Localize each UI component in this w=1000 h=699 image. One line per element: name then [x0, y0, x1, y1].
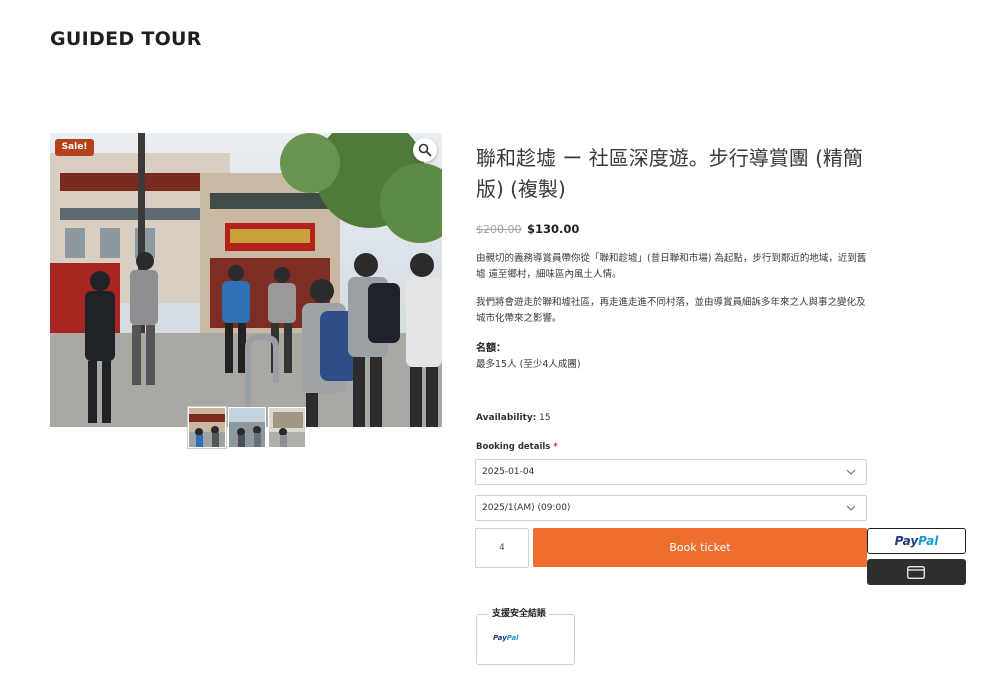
paypal-button[interactable]: PayPal	[867, 528, 966, 554]
paypal-logo-pal: Pal	[918, 534, 939, 548]
product-description-2: 我們將會遊走於聯和墟社區，再走進走進不同村落，並由導賞員細訴多年來之人與事之變化…	[476, 297, 866, 324]
thumbnail-strip	[187, 406, 306, 449]
debit-credit-card-button[interactable]	[867, 559, 966, 585]
zoom-button[interactable]	[413, 138, 437, 162]
price: $200.00 $130.00	[476, 222, 579, 236]
availability: Availability: 15	[476, 413, 551, 423]
sale-price: $130.00	[527, 222, 580, 236]
original-price: $200.00	[476, 223, 522, 236]
availability-label: Availability:	[476, 413, 537, 423]
sale-badge: Sale!	[55, 139, 94, 156]
required-mark: *	[553, 442, 558, 452]
secure-paypal-logo: PayPal	[493, 634, 519, 642]
gallery-thumbnail[interactable]	[268, 407, 306, 448]
availability-value: 15	[539, 413, 551, 423]
chevron-down-icon	[846, 505, 856, 511]
credit-card-icon	[907, 566, 925, 579]
time-slot-select-value: 2025/1(AM) (09:00)	[482, 503, 571, 513]
date-select[interactable]: 2025-01-04	[475, 459, 867, 485]
secure-checkout-label: 支援安全結賬	[489, 606, 550, 619]
gallery-thumbnail[interactable]	[228, 407, 266, 448]
product-title: 聯和趁墟 ー 社區深度遊。步行導賞團 (精簡版) (複製)	[476, 146, 863, 201]
product-main-image[interactable]	[50, 133, 442, 427]
quota-label: 名額：	[476, 343, 506, 354]
secure-paypal-pay: Pay	[493, 634, 507, 642]
paypal-logo-pay: Pay	[894, 534, 919, 548]
booking-details-label: Booking details *	[476, 442, 558, 452]
booking-details-text: Booking details	[476, 442, 551, 452]
secure-paypal-pal: Pal	[506, 634, 519, 642]
quota-value: 最多15人 (至少4人成團)	[476, 359, 581, 370]
gallery-thumbnail[interactable]	[187, 406, 227, 449]
date-select-value: 2025-01-04	[482, 467, 535, 477]
site-title[interactable]: GUIDED TOUR	[50, 28, 202, 50]
magnifier-icon	[418, 143, 432, 157]
time-slot-select[interactable]: 2025/1(AM) (09:00)	[475, 495, 867, 521]
chevron-down-icon	[846, 469, 856, 475]
secure-checkout-box	[476, 614, 575, 665]
quantity-input[interactable]: 4	[475, 528, 529, 568]
book-ticket-button[interactable]: Book ticket	[533, 528, 867, 567]
street-tour-photo	[50, 133, 442, 427]
product-description-1: 由親切的義務導賞員帶你從「聯和趁墟」(昔日聯和市場) 為起點，步行到鄰近的地域，…	[476, 253, 867, 280]
